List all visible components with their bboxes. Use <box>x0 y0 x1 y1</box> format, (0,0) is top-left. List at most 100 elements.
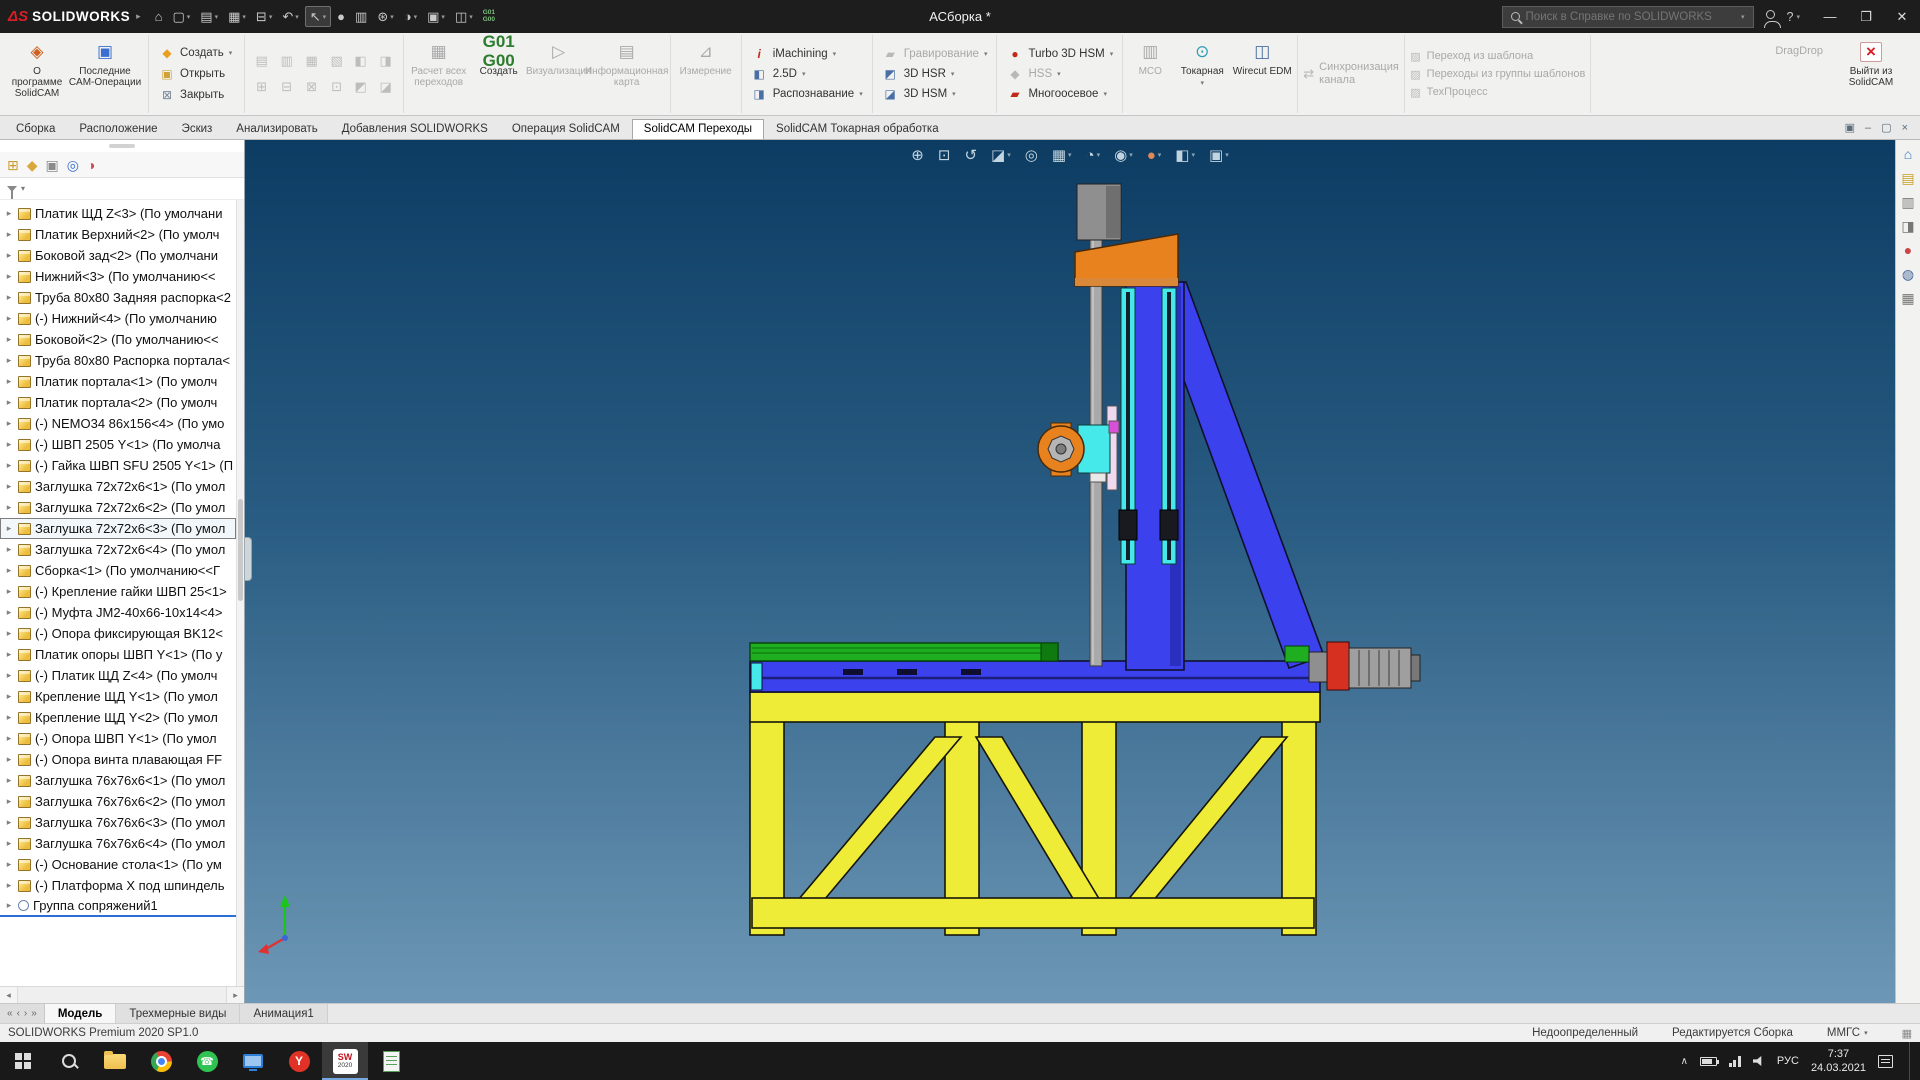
apply-scene-icon[interactable]: ◧ ▾ <box>1175 146 1195 164</box>
display-style-icon[interactable]: ◔ ▾ <box>1086 147 1101 164</box>
delete-operation-icon[interactable]: ⊠ <box>300 75 324 100</box>
tree-item[interactable]: ▸ (-) Опора винта плавающая FF <box>0 749 236 770</box>
expand-arrow-icon[interactable]: ▸ <box>4 607 14 618</box>
template-operation-button[interactable]: ▨ ТехПроцесс <box>1410 86 1585 99</box>
tree-item[interactable]: ▸ Сборка<1> (По умолчанию<<Г <box>0 560 236 581</box>
taskbar-search-button[interactable] <box>46 1042 92 1080</box>
coord-system-icon[interactable]: ▤ <box>250 49 274 74</box>
file-properties-icon[interactable]: ▥ ▾ <box>351 7 371 26</box>
expand-arrow-icon[interactable]: ▸ <box>4 880 14 891</box>
expand-arrow-icon[interactable]: ▸ <box>4 796 14 807</box>
tree-item[interactable]: ▸ Боковой<2> (По умолчанию<< <box>0 329 236 350</box>
expand-arrow-icon[interactable]: ▸ <box>4 292 14 303</box>
notes-app-button[interactable] <box>368 1042 414 1080</box>
new-window-icon[interactable]: ▣ ▾ <box>423 7 449 26</box>
expand-arrow-icon[interactable]: ▸ <box>4 900 14 911</box>
first-tab-button[interactable]: « <box>7 1008 13 1019</box>
expand-arrow-icon[interactable]: ▸ <box>4 439 14 450</box>
tree-item[interactable]: ▸ Платик ЩД Z<3> (По умолчани <box>0 203 236 224</box>
tool-table-icon[interactable]: ▧ <box>325 49 349 74</box>
expand-arrow-icon[interactable]: ▸ <box>4 775 14 786</box>
doc-close-icon[interactable]: × <box>1902 123 1908 134</box>
tree-item[interactable]: ▸ Боковой зад<2> (По умолчани <box>0 245 236 266</box>
minimize-button[interactable]: — <box>1812 0 1848 33</box>
dimxpert-tab-icon[interactable]: ◎ <box>67 158 79 172</box>
maximize-button[interactable]: ❐ <box>1848 0 1884 33</box>
cam-file-menu-item[interactable]: ▣ Открыть ▾ <box>154 66 239 82</box>
cnc-machine-model[interactable] <box>245 140 1895 1003</box>
expand-arrow-icon[interactable]: ▸ <box>4 313 14 324</box>
expand-arrow-icon[interactable]: ▸ <box>4 649 14 660</box>
gantry-column[interactable] <box>1118 281 1326 671</box>
tree-item[interactable]: ▸ Заглушка 72x72x6<1> (По умол <box>0 476 236 497</box>
login-user-icon[interactable] <box>1763 10 1781 28</box>
tree-item[interactable]: ▸ (-) Опора фиксирующая BK12< <box>0 623 236 644</box>
cam-operation-button[interactable]: ● Turbo 3D HSM ▾ <box>1002 46 1117 62</box>
menu-flyout-icon[interactable]: ▸ <box>136 11 141 22</box>
panel-splitter-handle[interactable] <box>245 536 252 581</box>
expand-arrow-icon[interactable]: ▸ <box>4 481 14 492</box>
units-selector[interactable]: ММГС ▾ <box>1827 1027 1868 1039</box>
show-desktop-button[interactable] <box>1909 1042 1914 1080</box>
action-center-icon[interactable] <box>1878 1054 1893 1068</box>
cam-operation-button[interactable]: ◪ 3D HSM ▾ <box>878 86 992 102</box>
home-icon[interactable]: ⌂ <box>1904 147 1912 161</box>
cam-file-menu-item[interactable]: ⊠ Закрыть ▾ <box>154 87 239 103</box>
expand-arrow-icon[interactable]: ▸ <box>4 376 14 387</box>
expand-arrow-icon[interactable]: ▸ <box>4 670 14 681</box>
tree-item[interactable]: ▸ (-) NEMO34 86x156<4> (По умо <box>0 413 236 434</box>
ribbon-tab[interactable]: SolidCAM Токарная обработка <box>764 119 951 139</box>
tree-item[interactable]: ▸ Платик Верхний<2> (По умолч <box>0 224 236 245</box>
sync-small-icon[interactable]: ◪ <box>374 75 398 100</box>
tree-scrollbar-thumb[interactable] <box>238 498 243 601</box>
hidden-icons-chevron[interactable]: ∧ <box>1681 1056 1688 1067</box>
ribbon-tab[interactable]: Операция SolidCAM <box>500 119 632 139</box>
tree-item[interactable]: ▸ Заглушка 72x72x6<4> (По умол <box>0 539 236 560</box>
print-icon[interactable]: ⊟ ▾ <box>252 7 276 26</box>
cam-operation-button[interactable]: ◆ HSS ▾ <box>1002 66 1117 82</box>
file-explorer-icon[interactable]: ▥ <box>1901 195 1914 209</box>
battery-icon[interactable] <box>1699 1056 1719 1066</box>
simulation-button[interactable]: ▷ Визуализация <box>526 35 591 113</box>
work-table[interactable] <box>749 642 1059 662</box>
machine-icon[interactable]: ⊞ <box>250 75 274 100</box>
expand-arrow-icon[interactable]: ▸ <box>4 754 14 765</box>
capture-icon[interactable]: ◫ ▾ <box>451 7 477 26</box>
edit-appearance-icon[interactable]: ● ▾ <box>1147 147 1162 164</box>
tree-item[interactable]: ▸ (-) Платформа X под шпиндель <box>0 875 236 896</box>
tree-item[interactable]: ▸ Труба 80x80 Задняя распорка<2 <box>0 287 236 308</box>
tree-item[interactable]: ▸ (-) Основание стола<1> (По ум <box>0 854 236 875</box>
close-button[interactable]: ✕ <box>1884 0 1920 33</box>
new-document-icon[interactable]: ▢ ▾ <box>168 7 194 26</box>
tree-item[interactable]: ▸ (-) Платик ЩД Z<4> (По умолч <box>0 665 236 686</box>
operation-settings-icon[interactable]: ⊡ <box>325 75 349 100</box>
tree-item[interactable]: ▸ Группа сопряжений1 <box>0 896 236 917</box>
exit-solidcam-button[interactable]: × Выйти из SolidCAM <box>1833 35 1909 113</box>
expand-arrow-icon[interactable]: ▸ <box>4 544 14 555</box>
ribbon-tab[interactable]: Эскиз <box>170 119 225 139</box>
target-model-icon[interactable]: ▦ <box>300 49 324 74</box>
generate-gcode-button[interactable]: G01 G00 Создать <box>469 32 529 113</box>
turning-button[interactable]: ⊙ Токарная ▾ <box>1172 35 1232 113</box>
cam-operation-button[interactable]: ◨ Распознавание ▾ <box>747 86 867 102</box>
gcode-small-icon[interactable]: ◨ <box>374 49 398 74</box>
tree-item[interactable]: ▸ Заглушка 76x76x6<1> (По умол <box>0 770 236 791</box>
zoom-area-icon[interactable]: ⊡ ▾ <box>938 146 951 164</box>
search-scope-caret-icon[interactable]: ▾ <box>1741 13 1745 21</box>
undo-icon[interactable]: ↶ ▾ <box>278 7 302 26</box>
document-tab[interactable]: Модель <box>44 1004 117 1023</box>
tree-item[interactable]: ▸ Крепление ЩД Y<1> (По умол <box>0 686 236 707</box>
doc-restore-icon[interactable]: ▢ <box>1881 123 1891 134</box>
cam-operation-button[interactable]: i iMachining ▾ <box>747 46 861 62</box>
tree-item[interactable]: ▸ Заглушка 76x76x6<3> (По умол <box>0 812 236 833</box>
ribbon-tab[interactable]: SolidCAM Переходы <box>631 119 765 139</box>
language-indicator[interactable]: РУС <box>1777 1055 1799 1067</box>
tree-item[interactable]: ▸ Платик портала<2> (По умолч <box>0 392 236 413</box>
carriage-assembly[interactable] <box>1037 405 1120 491</box>
mco-button[interactable]: ▥ MCO <box>1128 35 1172 113</box>
expand-arrow-icon[interactable]: ▸ <box>4 586 14 597</box>
options-gear-icon[interactable]: ⊛ ▾ <box>373 7 397 26</box>
save-icon[interactable]: ▦ ▾ <box>224 7 250 26</box>
report-small-icon[interactable]: ◩ <box>349 75 373 100</box>
tree-item[interactable]: ▸ Заглушка 72x72x6<3> (По умол <box>0 518 236 539</box>
